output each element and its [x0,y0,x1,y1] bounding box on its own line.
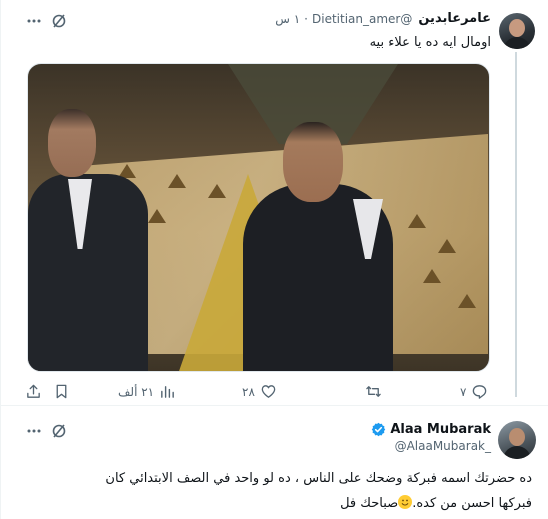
tweet-text-fragment: فبركها احسن من كده. [412,496,532,511]
thread-connector-line [515,52,517,397]
grok-icon[interactable] [48,10,70,32]
timestamp[interactable]: ١ س [275,12,300,26]
like-count: ٢٨ [242,384,255,399]
avatar[interactable] [498,421,536,459]
share-icon [27,384,40,398]
bookmark-icon [56,384,67,399]
tweet-text-line: ده حضرتك اسمه فبركة وضحك على الناس ، ده … [105,471,532,486]
author-name[interactable]: Alaa Mubarak [390,422,491,437]
heart-icon [261,385,276,398]
share-button[interactable] [25,383,42,400]
reply-button[interactable]: ٧ [460,383,488,400]
tweet-text-line: فبركها احسن من كده. صباحك فل [22,491,532,516]
avatar-face [509,19,525,37]
retweet-button[interactable] [360,383,382,400]
separator-dot: · [304,11,308,26]
tweet-text: ده حضرتك اسمه فبركة وضحك على الناس ، ده … [22,466,532,516]
avatar-face [509,428,525,446]
photo-wall-triangle [458,294,476,308]
author-handle[interactable]: @AlaaMubarak_ [371,439,491,453]
tweet-media-photo[interactable] [27,63,490,372]
retweet-icon [366,386,381,397]
avatar-body [503,446,531,459]
views-icon [161,386,174,398]
more-options-icon[interactable] [23,10,45,32]
photo-wall-triangle [208,184,226,198]
tweet-header: Alaa Mubarak @AlaaMubarak_ [371,422,491,453]
avatar[interactable] [499,13,535,49]
views-button[interactable]: ٢١ ألف [118,383,176,400]
smiley-emoji-icon [398,495,413,509]
photo-person-center-head [283,122,343,202]
reply-count: ٧ [460,384,467,399]
avatar-body [503,37,531,49]
tweet-header: عامر⁪عابدين⁪ @Dietitian_amer · ١ س [275,11,491,26]
photo-wall-triangle [168,174,186,188]
tweet-divider [0,405,548,406]
photo-person-left-head [48,109,96,177]
grok-icon[interactable] [48,420,70,442]
bookmark-button[interactable] [53,383,70,400]
views-count: ٢١ ألف [118,384,155,399]
like-button[interactable]: ٢٨ [242,383,277,400]
tweet-text: اومال ايه ده يا علاء بيه [369,35,491,50]
photo-wall-triangle [148,209,166,223]
reply-icon [473,385,487,399]
photo-wall-triangle [423,269,441,283]
tweet-actions: ٧ ٢٨ ٢١ ألف [0,383,548,403]
more-options-icon[interactable] [23,420,45,442]
author-handle[interactable]: @Dietitian_amer [312,12,412,26]
left-border [0,0,1,519]
verified-badge-icon [372,422,386,437]
author-name[interactable]: عامر⁪عابدين⁪ [418,11,491,26]
tweet-text-fragment: صباحك فل [340,496,399,511]
photo-wall-triangle [438,239,456,253]
photo-wall-triangle [408,214,426,228]
